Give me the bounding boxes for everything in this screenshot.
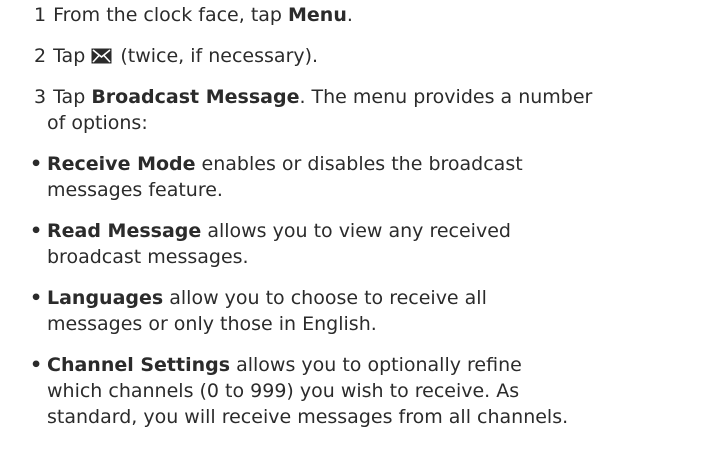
option-line: Receive Mode enables or disables the bro… xyxy=(47,151,523,177)
instruction-document: 1 From the clock face, tap Menu. 2 Tap (tw… xyxy=(0,0,702,450)
envelope-icon xyxy=(91,48,112,64)
step-text-end: (twice, if necessary). xyxy=(114,45,319,67)
step-1: 1 From the clock face, tap Menu. xyxy=(34,2,353,28)
option-desc: allows you to optionally refine xyxy=(230,354,522,376)
step-text-end: . The menu provides a number xyxy=(299,86,593,108)
option-line: Languages allow you to choose to receive… xyxy=(47,285,487,311)
bullet: • xyxy=(30,287,43,309)
step-number: 3 xyxy=(34,86,47,108)
step-2: 2 Tap (twice, if necessary). xyxy=(34,43,318,69)
bullet: • xyxy=(30,354,43,376)
menu-label: Menu xyxy=(288,4,347,26)
option-desc: enables or disables the broadcast xyxy=(195,153,523,175)
bullet: • xyxy=(30,153,43,175)
option-desc: allows you to view any received xyxy=(201,220,511,242)
option-line: standard, you will receive messages from… xyxy=(47,406,569,428)
step-number: 2 xyxy=(34,45,47,67)
option-title: Receive Mode xyxy=(47,153,196,175)
option-line: messages or only those in English. xyxy=(47,313,377,335)
option-line: which channels (0 to 999) you wish to re… xyxy=(47,380,520,402)
step-3-continuation: of options: xyxy=(47,112,148,134)
option-desc: allow you to choose to receive all xyxy=(163,287,487,309)
option-line: messages feature. xyxy=(47,179,223,201)
option-line: Read Message allows you to view any rece… xyxy=(47,218,511,244)
broadcast-message-label: Broadcast Message xyxy=(91,86,300,108)
option-title: Channel Settings xyxy=(47,354,231,376)
option-title: Languages xyxy=(47,287,164,309)
bullet: • xyxy=(30,220,43,242)
step-text-end: . xyxy=(346,4,353,26)
step-text: From the clock face, tap xyxy=(53,4,289,26)
option-title: Read Message xyxy=(47,220,202,242)
step-text: Tap xyxy=(53,45,92,67)
option-line: broadcast messages. xyxy=(47,246,249,268)
option-line: Channel Settings allows you to optionall… xyxy=(47,352,522,378)
step-3: 3 Tap Broadcast Message. The menu provide… xyxy=(34,84,592,110)
step-number: 1 xyxy=(34,4,47,26)
step-text: Tap xyxy=(53,86,92,108)
